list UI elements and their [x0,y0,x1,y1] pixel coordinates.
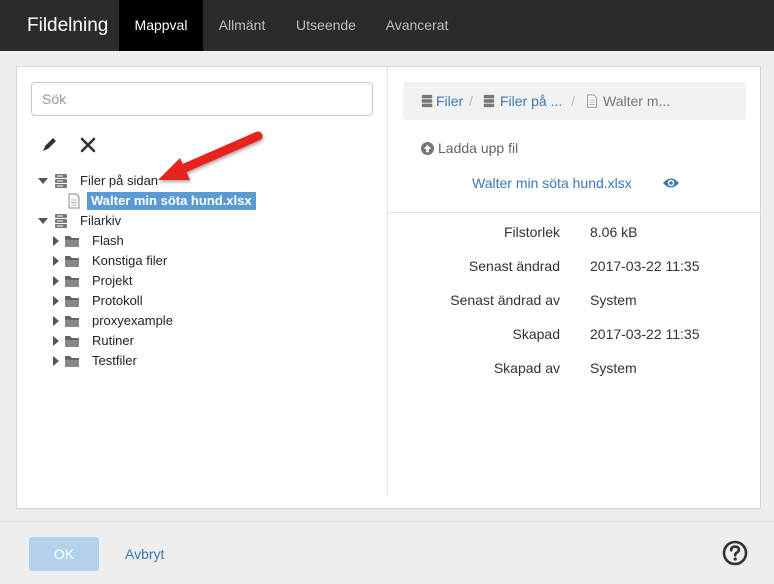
caret-right-icon[interactable] [51,231,61,251]
server-icon [55,214,67,228]
caret-down-icon[interactable] [38,171,48,191]
tree-folder-item: Projekt [36,271,286,291]
property-value: 2017-03-22 11:35 [590,326,700,342]
property-label: Senast ändrad av [450,292,560,308]
tab-mappval[interactable]: Mappval [119,0,203,51]
server-icon [483,94,495,108]
breadcrumb-separator: / [469,93,473,109]
breadcrumb-item-current: Walter m... [603,93,671,109]
property-label: Skapad [512,326,560,342]
breadcrumb-separator: / [571,93,575,109]
help-icon[interactable] [722,540,748,566]
folder-icon [65,356,79,367]
upload-icon [420,141,435,156]
folder-icon [65,236,79,247]
app-title: Fildelning [27,15,109,36]
tab-utseende[interactable]: Utseende [281,0,371,51]
caret-right-icon[interactable] [51,311,61,331]
tree-label[interactable]: Konstiga filer [92,251,167,271]
property-label: Senast ändrad [468,258,560,274]
top-bar: Fildelning Mappval Allmänt Utseende Avan… [0,0,774,51]
eye-icon[interactable] [662,176,680,190]
caret-down-icon[interactable] [38,211,48,231]
breadcrumb: Filer / Filer på ... / Walter m... [403,82,746,120]
caret-right-icon[interactable] [51,331,61,351]
breadcrumb-item-filer-pa[interactable]: Filer på ... [500,82,562,120]
tree-folder-item: Flash [36,231,286,251]
caret-right-icon[interactable] [51,291,61,311]
tree-label[interactable]: Testfiler [92,351,137,371]
folder-icon [65,316,79,327]
file-name: Walter min söta hund.xlsx [472,175,632,191]
details-divider [388,212,761,213]
caret-right-icon[interactable] [51,251,61,271]
cancel-button[interactable]: Avbryt [125,546,164,562]
pencil-icon[interactable] [40,133,60,155]
folder-icon [65,256,79,267]
tree-label[interactable]: proxyexample [92,311,173,331]
file-link[interactable]: Walter min söta hund.xlsx [472,175,679,191]
folder-icon [65,276,79,287]
tree-folder-item: Rutiner [36,331,286,351]
search-input[interactable] [31,82,373,116]
caret-right-icon[interactable] [51,351,61,371]
server-icon [55,174,67,188]
tab-allmant[interactable]: Allmänt [203,0,281,51]
file-icon [68,193,80,209]
tree-label[interactable]: Rutiner [92,331,134,351]
property-value: System [590,292,637,308]
tree-folder-item: proxyexample [36,311,286,331]
ok-button[interactable]: OK [29,537,99,571]
folder-icon [65,296,79,307]
tree-folder-item: Konstiga filer [36,251,286,271]
server-icon [421,94,433,108]
property-value: 2017-03-22 11:35 [590,258,700,274]
property-value: 8.06 kB [590,224,638,240]
close-icon[interactable] [78,133,98,155]
breadcrumb-item-filer[interactable]: Filer [436,82,463,120]
tree-label[interactable]: Protokoll [92,291,143,311]
file-icon [587,94,597,108]
tree-label[interactable]: Flash [92,231,124,251]
column-divider [387,67,388,495]
tree-folder-item: Protokoll [36,291,286,311]
property-label: Skapad av [493,360,560,376]
folder-icon [65,336,79,347]
tree-label[interactable]: Projekt [92,271,132,291]
tree-node-filarkiv: Filarkiv [36,211,286,231]
upload-file-label: Ladda upp fil [438,140,519,156]
footer-divider [0,521,774,522]
tree-label[interactable]: Filer på sidan [80,171,158,191]
tree-label[interactable]: Filarkiv [80,211,121,231]
property-value: System [590,360,637,376]
caret-right-icon[interactable] [51,271,61,291]
tab-avancerat[interactable]: Avancerat [371,0,463,51]
tree-folder-item: Testfiler [36,351,286,371]
annotation-arrow-icon [158,131,263,180]
property-label: Filstorlek [503,224,560,240]
